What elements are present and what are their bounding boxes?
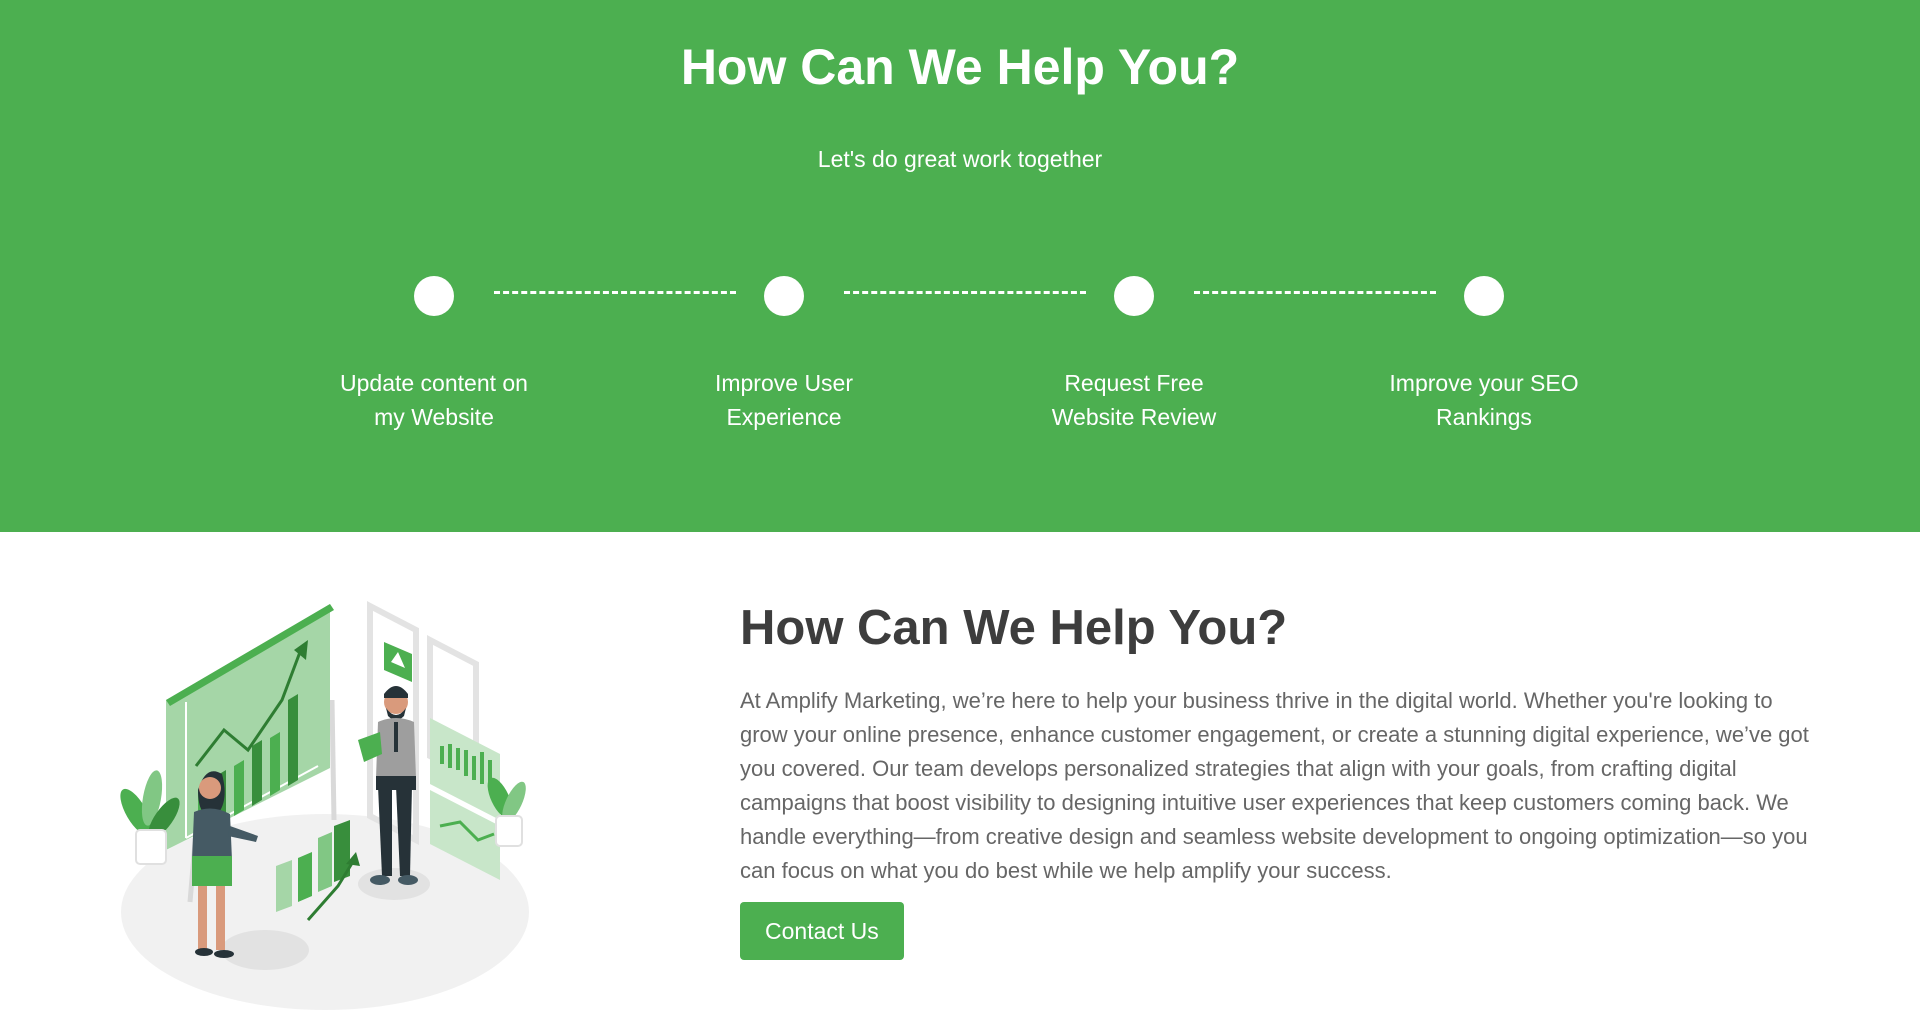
step-1-dot[interactable]	[414, 276, 454, 316]
about-description: At Amplify Marketing, we’re here to help…	[740, 688, 1809, 883]
step-4-label-line1: Improve your SEO	[1389, 370, 1579, 396]
hero-title: How Can We Help You?	[680, 39, 1240, 95]
step-3-label[interactable]: Request Free Website Review	[1004, 366, 1264, 434]
step-2-label-line1: Improve User	[714, 370, 854, 396]
step-2-dot[interactable]	[764, 276, 804, 316]
hero-section: How Can We Help You? Let's do great work…	[0, 0, 1920, 532]
business-growth-illustration	[112, 590, 542, 1010]
step-4-dot[interactable]	[1464, 276, 1504, 316]
step-1-label-line2: my Website	[374, 404, 494, 430]
step-connector-3	[1194, 291, 1436, 294]
about-section: How Can We Help You? At Amplify Marketin…	[740, 598, 1820, 960]
about-title: How Can We Help You?	[740, 601, 1288, 655]
step-3-dot[interactable]	[1114, 276, 1154, 316]
step-4-label-line2: Rankings	[1436, 404, 1532, 430]
step-1-label-line1: Update content on	[340, 370, 528, 396]
step-1-label[interactable]: Update content on my Website	[304, 366, 564, 434]
step-2-label[interactable]: Improve User Experience	[654, 366, 914, 434]
step-3-label-line1: Request Free	[1064, 370, 1204, 396]
contact-us-button[interactable]: Contact Us	[740, 902, 904, 960]
step-4-label[interactable]: Improve your SEO Rankings	[1354, 366, 1614, 434]
step-3-label-line2: Website Review	[1051, 404, 1217, 430]
step-connector-1	[494, 291, 736, 294]
step-connector-2	[844, 291, 1086, 294]
hero-subtitle: Let's do great work together	[817, 146, 1103, 172]
step-2-label-line2: Experience	[726, 404, 842, 430]
business-growth-illustration-svg	[120, 601, 529, 1010]
